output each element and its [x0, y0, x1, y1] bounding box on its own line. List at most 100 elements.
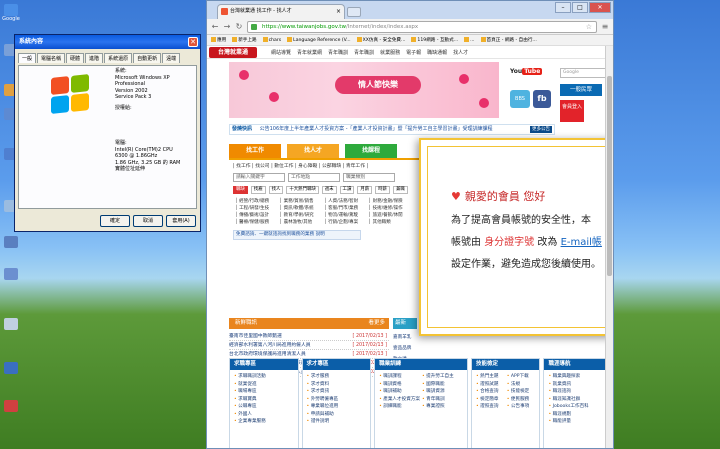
- system-tab[interactable]: 電腦名稱: [37, 53, 66, 63]
- bottom-section-title[interactable]: 求才專區: [302, 359, 371, 370]
- bookmark-item[interactable]: ...: [464, 37, 474, 43]
- bottom-section-link[interactable]: 國際職能: [422, 381, 463, 389]
- bottom-section-link[interactable]: 外勞聘僱專區: [307, 396, 367, 404]
- bottom-section-link[interactable]: 職業興趣探索: [548, 373, 608, 381]
- bottom-section-link[interactable]: 檢定簡章: [476, 396, 505, 404]
- reload-icon[interactable]: ↻: [235, 22, 243, 31]
- system-tab[interactable]: 自動更新: [133, 53, 162, 63]
- news-more-button[interactable]: 更多公告: [530, 126, 552, 133]
- top-nav-link[interactable]: 就業服務: [380, 49, 400, 56]
- member-login-button[interactable]: 會員登入: [560, 100, 584, 122]
- bottom-section-link[interactable]: 合格查詢: [476, 388, 505, 396]
- top-nav-link[interactable]: 青年職訓: [354, 49, 374, 56]
- cancel-button[interactable]: 取消: [133, 215, 163, 227]
- list-item[interactable]: 經濟部水利署第八河川局進用約僱人員 [ 2017/02/13 ]: [229, 341, 389, 350]
- filter-chip[interactable]: 週末: [321, 186, 337, 194]
- maximize-icon[interactable]: □: [572, 2, 588, 13]
- bottom-section-link[interactable]: 求才資訊: [307, 388, 367, 396]
- ok-button[interactable]: 確定: [100, 215, 130, 227]
- system-properties-titlebar[interactable]: 系統內容 ✕: [15, 35, 200, 49]
- desktop-icon[interactable]: [0, 268, 22, 280]
- bottom-section-link[interactable]: 公職專區: [234, 403, 294, 411]
- scrollbar-thumb[interactable]: [607, 76, 612, 276]
- bottom-section-link[interactable]: 申請與補助: [307, 411, 367, 419]
- back-icon[interactable]: ←: [211, 22, 219, 31]
- bookmark-star-icon[interactable]: ☆: [586, 22, 592, 32]
- filter-chip[interactable]: 月薪: [357, 186, 373, 194]
- help-note-link[interactable]: 說明: [316, 232, 325, 237]
- bookmark-item[interactable]: Language Reference (V...: [287, 37, 350, 43]
- hero-banner[interactable]: 情人節快樂: [229, 62, 499, 118]
- bookmark-item[interactable]: 119網路 - 互動式...: [411, 37, 458, 43]
- category-link[interactable]: │ 人資/法務/智財: [324, 198, 369, 204]
- bbs-icon[interactable]: BBS: [510, 90, 530, 108]
- category-link[interactable]: │ 旅遊/餐飲/休閒: [369, 212, 414, 218]
- bottom-section-link[interactable]: 求職職訓活動: [234, 373, 294, 381]
- close-icon[interactable]: ✕: [188, 37, 198, 47]
- bottom-section-link[interactable]: 專業職位進用: [307, 403, 367, 411]
- bottom-section-link[interactable]: 職涯諮詢: [548, 388, 608, 396]
- filter-chip[interactable]: 時薪: [375, 186, 390, 194]
- category-link[interactable]: │ 行銷/企劃/專案: [324, 219, 369, 225]
- top-nav-link[interactable]: 青年就業網: [297, 49, 322, 56]
- system-tab[interactable]: 系統還原: [104, 53, 133, 63]
- category-link[interactable]: │ 客服/門市/業務: [324, 205, 369, 211]
- top-nav-link[interactable]: 網站導覽: [271, 49, 291, 56]
- browser-tab[interactable]: 台灣就業通 找工作 - 找人才 ×: [217, 4, 345, 19]
- new-tab-button[interactable]: [347, 7, 361, 17]
- job-tab[interactable]: 找工作: [229, 144, 281, 158]
- category-link[interactable]: │ 其他職類: [369, 219, 414, 225]
- top-nav-link[interactable]: 電子報: [406, 49, 421, 56]
- category-link[interactable]: │ 業務/貿易/銷售: [280, 198, 325, 204]
- forward-icon[interactable]: →: [223, 22, 231, 31]
- category-link[interactable]: │ 工程/研發/生技: [235, 205, 280, 211]
- bottom-section-link[interactable]: 公告事項: [507, 403, 536, 411]
- side-list-item[interactable]: 壹品品牌: [393, 343, 419, 354]
- bottom-section-link[interactable]: 職訓補助: [379, 388, 420, 396]
- job-tab[interactable]: 找人才: [287, 144, 339, 158]
- bottom-section-link[interactable]: 訓練職能: [379, 403, 420, 411]
- bottom-section-link[interactable]: 求才資料: [307, 381, 367, 389]
- bottom-section-title[interactable]: 技能檢定: [471, 359, 540, 370]
- bottom-section-link[interactable]: 職場專區: [234, 388, 294, 396]
- area-select[interactable]: 工作地點: [288, 173, 340, 182]
- top-nav-link[interactable]: 職缺通報: [427, 49, 447, 56]
- apply-button[interactable]: 套用(A): [166, 215, 196, 227]
- menu-icon[interactable]: ≡: [601, 22, 609, 31]
- page-scrollbar[interactable]: [605, 46, 613, 448]
- category-link[interactable]: │ 經營/行政/總務: [235, 198, 280, 204]
- tab-close-icon[interactable]: ×: [336, 5, 341, 18]
- bottom-section-link[interactable]: 產業人才投資方案: [379, 396, 420, 404]
- desktop-icon[interactable]: Google: [0, 4, 22, 22]
- bookmark-item[interactable]: chars: [263, 37, 282, 43]
- bookmark-item[interactable]: 新手上路: [232, 37, 256, 43]
- bookmark-item[interactable]: 應用: [211, 37, 226, 43]
- latest-more-link[interactable]: 看更多: [368, 318, 385, 329]
- bottom-section-link[interactable]: 職訓資格: [379, 381, 420, 389]
- bottom-section-link[interactable]: 提升勞工自主: [422, 373, 463, 381]
- bottom-section-link[interactable]: 便民服務: [507, 396, 536, 404]
- job-tab[interactable]: 找課程: [345, 144, 397, 158]
- category-select[interactable]: 職業類別: [343, 173, 395, 182]
- site-search-input[interactable]: Google: [560, 68, 608, 78]
- bottom-section-link[interactable]: 證照查詢: [476, 403, 505, 411]
- bottom-section-link[interactable]: 證照試題: [476, 381, 505, 389]
- category-link[interactable]: │ 農林漁牧/其他: [280, 219, 325, 225]
- bottom-section-link[interactable]: 證件說明: [307, 418, 367, 426]
- address-bar[interactable]: https://www.taiwanjobs.gov.tw/Internet/i…: [247, 20, 597, 33]
- side-list-item[interactable]: 嘉南羊乳: [393, 332, 419, 343]
- system-tab[interactable]: 遠端: [162, 53, 181, 63]
- bookmark-item[interactable]: XX仿真 - 安全免費...: [357, 37, 406, 43]
- bottom-section-title[interactable]: 職涯導航: [544, 359, 612, 370]
- bottom-section-link[interactable]: 技能檢定: [507, 388, 536, 396]
- desktop-icon[interactable]: [0, 318, 22, 330]
- list-item[interactable]: 臺南市佳里國中教師甄選 [ 2017/02/13 ]: [229, 332, 389, 341]
- filter-chip[interactable]: 工讀: [339, 186, 355, 194]
- system-tab[interactable]: 進階: [85, 53, 104, 63]
- desktop-icon[interactable]: [0, 236, 22, 248]
- minimize-icon[interactable]: –: [555, 2, 571, 13]
- bottom-section-title[interactable]: 職業訓練: [375, 359, 467, 370]
- bottom-section-link[interactable]: APP下載: [507, 373, 536, 381]
- bottom-section-link[interactable]: 青年職訓: [422, 396, 463, 404]
- bottom-section-link[interactable]: 職涯知識社群: [548, 396, 608, 404]
